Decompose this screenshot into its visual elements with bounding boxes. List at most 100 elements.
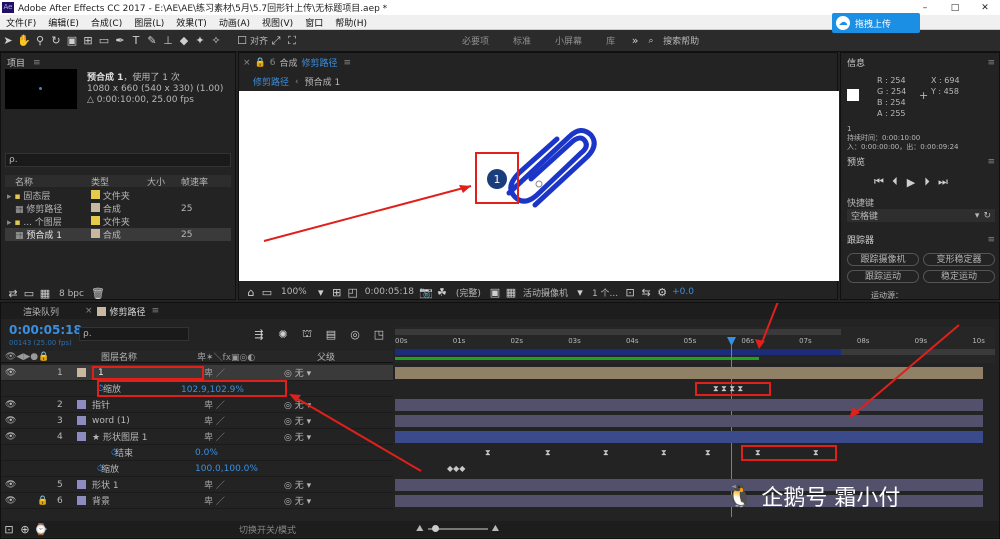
flowchart-icon[interactable]: ⇆ bbox=[638, 286, 654, 299]
label-color-swatch[interactable] bbox=[91, 203, 100, 212]
views-select[interactable]: 1 个... bbox=[592, 286, 618, 299]
viewer-timecode[interactable]: 0:00:05:18 bbox=[365, 287, 414, 297]
next-frame-icon[interactable]: ⏵ bbox=[919, 175, 935, 189]
align-checkbox[interactable]: ☐ bbox=[234, 34, 250, 47]
grid-icon[interactable]: ⊞ bbox=[329, 286, 345, 299]
breadcrumb-item[interactable]: 预合成 1 bbox=[305, 75, 341, 88]
search-help-icon[interactable]: ⌕ bbox=[643, 36, 659, 46]
zoom-select[interactable]: 100% bbox=[281, 287, 307, 297]
exposure-value[interactable]: +0.0 bbox=[672, 287, 694, 297]
menu-view[interactable]: 视图(V) bbox=[256, 16, 299, 29]
track-motion-button[interactable]: 跟踪运动 bbox=[847, 270, 919, 283]
region-icon[interactable]: ▣ bbox=[487, 286, 503, 299]
breadcrumb-item[interactable]: 修剪路径 bbox=[253, 75, 289, 88]
render-time-icon[interactable]: ⌚ bbox=[33, 523, 49, 536]
column-size[interactable]: 大小 bbox=[147, 175, 181, 188]
panel-menu-icon[interactable]: ≡ bbox=[33, 58, 41, 68]
close-icon[interactable]: ✕ bbox=[970, 3, 1000, 13]
puppet-tool-icon[interactable]: ✧ bbox=[208, 34, 224, 47]
zoom-out-icon[interactable]: ⛰ bbox=[416, 524, 424, 534]
warp-stabilizer-button[interactable]: 变形稳定器 bbox=[923, 253, 995, 266]
menu-help[interactable]: 帮助(H) bbox=[329, 16, 373, 29]
menu-effect[interactable]: 效果(T) bbox=[170, 16, 213, 29]
search-help-field[interactable]: 搜索帮助 bbox=[663, 34, 699, 47]
column-name[interactable]: 名称 bbox=[5, 175, 91, 188]
comp-canvas[interactable]: 1 bbox=[239, 91, 839, 281]
list-item[interactable]: ▸ ▪ 固态层 文件夹 bbox=[5, 189, 231, 202]
panel-menu-icon[interactable]: ≡ bbox=[987, 157, 995, 167]
previous-frame-icon[interactable]: ⏴ bbox=[887, 175, 903, 189]
track-camera-button[interactable]: 跟踪摄像机 bbox=[847, 253, 919, 266]
maximize-icon[interactable]: □ bbox=[940, 3, 970, 13]
menu-file[interactable]: 文件(F) bbox=[0, 16, 42, 29]
loop-icon[interactable]: ↻ bbox=[983, 211, 991, 221]
transparency-grid-icon[interactable]: ▦ bbox=[503, 286, 519, 299]
clone-stamp-tool-icon[interactable]: ⊥ bbox=[160, 34, 176, 47]
rotate-tool-icon[interactable]: ↻ bbox=[48, 34, 64, 47]
bpc-label[interactable]: 8 bpc bbox=[59, 289, 84, 299]
panel-menu-icon[interactable]: ≡ bbox=[987, 58, 995, 68]
label-color-swatch[interactable] bbox=[91, 190, 100, 199]
resolution-select[interactable]: (完整) bbox=[456, 286, 481, 299]
pen-tool-icon[interactable]: ✒ bbox=[112, 34, 128, 47]
column-fps[interactable]: 帧速率 bbox=[181, 175, 208, 188]
zoom-tool-icon[interactable]: ⚲ bbox=[32, 34, 48, 47]
cloud-upload-button[interactable]: ☁ 拖拽上传 bbox=[832, 13, 920, 33]
project-search-input[interactable]: ρ. bbox=[5, 153, 231, 167]
panel-menu-icon[interactable]: 6 bbox=[270, 58, 276, 68]
menu-composition[interactable]: 合成(C) bbox=[85, 16, 128, 29]
channels-icon[interactable]: ☘ bbox=[434, 286, 450, 299]
type-tool-icon[interactable]: T bbox=[128, 34, 144, 47]
brush-tool-icon[interactable]: ✎ bbox=[144, 34, 160, 47]
rectangle-tool-icon[interactable]: ▭ bbox=[96, 34, 112, 47]
label-color-swatch[interactable] bbox=[91, 229, 100, 238]
align-icon[interactable]: ⤢ bbox=[268, 34, 284, 48]
workspace-libraries[interactable]: 库 bbox=[606, 34, 615, 47]
menu-edit[interactable]: 编辑(E) bbox=[42, 16, 85, 29]
chevron-down-icon[interactable]: ▾ bbox=[313, 286, 329, 299]
menu-layer[interactable]: 图层(L) bbox=[128, 16, 170, 29]
interpret-footage-icon[interactable]: ⇄ bbox=[5, 287, 21, 300]
render-icon[interactable]: ⊡ bbox=[622, 286, 638, 299]
pan-behind-tool-icon[interactable]: ⊞ bbox=[80, 34, 96, 47]
eraser-tool-icon[interactable]: ◆ bbox=[176, 34, 192, 47]
chevron-down-icon[interactable]: ▾ bbox=[572, 286, 588, 299]
zoom-in-icon[interactable]: ⛰ bbox=[492, 524, 500, 534]
play-icon[interactable]: ▶ bbox=[903, 176, 919, 189]
hand-tool-icon[interactable]: ✋ bbox=[16, 34, 32, 47]
roto-brush-tool-icon[interactable]: ✦ bbox=[192, 34, 208, 47]
layer-icon[interactable]: ⊡ bbox=[1, 523, 17, 536]
panel-menu-icon[interactable]: ≡ bbox=[344, 58, 352, 68]
delete-icon[interactable]: 🗑 bbox=[90, 287, 106, 300]
selection-tool-icon[interactable]: ➤ bbox=[0, 34, 16, 47]
list-item[interactable]: ▦ 预合成 1 合成 25 bbox=[5, 228, 231, 241]
monitor-icon[interactable]: ▭ bbox=[259, 286, 275, 299]
camera-select[interactable]: 活动摄像机 bbox=[523, 286, 568, 299]
column-type[interactable]: 类型 bbox=[91, 175, 147, 188]
workspace-essentials[interactable]: 必要项 bbox=[462, 34, 489, 47]
stabilize-motion-button[interactable]: 稳定运动 bbox=[923, 270, 995, 283]
lock-icon[interactable]: 🔒 bbox=[255, 58, 266, 68]
shortcut-select[interactable]: 空格键 ▾ ↻ bbox=[847, 209, 995, 222]
menu-window[interactable]: 窗口 bbox=[299, 16, 329, 29]
panel-menu-icon[interactable]: ≡ bbox=[987, 235, 995, 245]
workspace-standard[interactable]: 标准 bbox=[513, 34, 531, 47]
new-folder-icon[interactable]: ▭ bbox=[21, 287, 37, 300]
always-preview-icon[interactable]: ⌂ bbox=[243, 286, 259, 299]
workspace-overflow-icon[interactable]: » bbox=[627, 34, 643, 47]
list-item[interactable]: ▸ ▪ ... 个图层 文件夹 bbox=[5, 215, 231, 228]
keyframe-toggle-icon[interactable]: ⊕ bbox=[17, 523, 33, 536]
close-icon[interactable]: × bbox=[243, 58, 251, 68]
toggle-switches-modes[interactable]: 切换开关/模式 bbox=[239, 523, 296, 536]
mask-icon[interactable]: ◰ bbox=[345, 286, 361, 299]
minimize-icon[interactable]: – bbox=[910, 3, 940, 13]
last-frame-icon[interactable]: ⏭ bbox=[935, 175, 951, 189]
menu-animation[interactable]: 动画(A) bbox=[213, 16, 256, 29]
snap-icon[interactable]: ⛶ bbox=[284, 34, 300, 48]
list-item[interactable]: ▦ 修剪路径 合成 25 bbox=[5, 202, 231, 215]
camera-tool-icon[interactable]: ▣ bbox=[64, 34, 80, 47]
workspace-small-screen[interactable]: 小屏幕 bbox=[555, 34, 582, 47]
label-color-swatch[interactable] bbox=[91, 216, 100, 225]
new-comp-icon[interactable]: ▦ bbox=[37, 287, 53, 300]
first-frame-icon[interactable]: ⏮ bbox=[871, 175, 887, 189]
